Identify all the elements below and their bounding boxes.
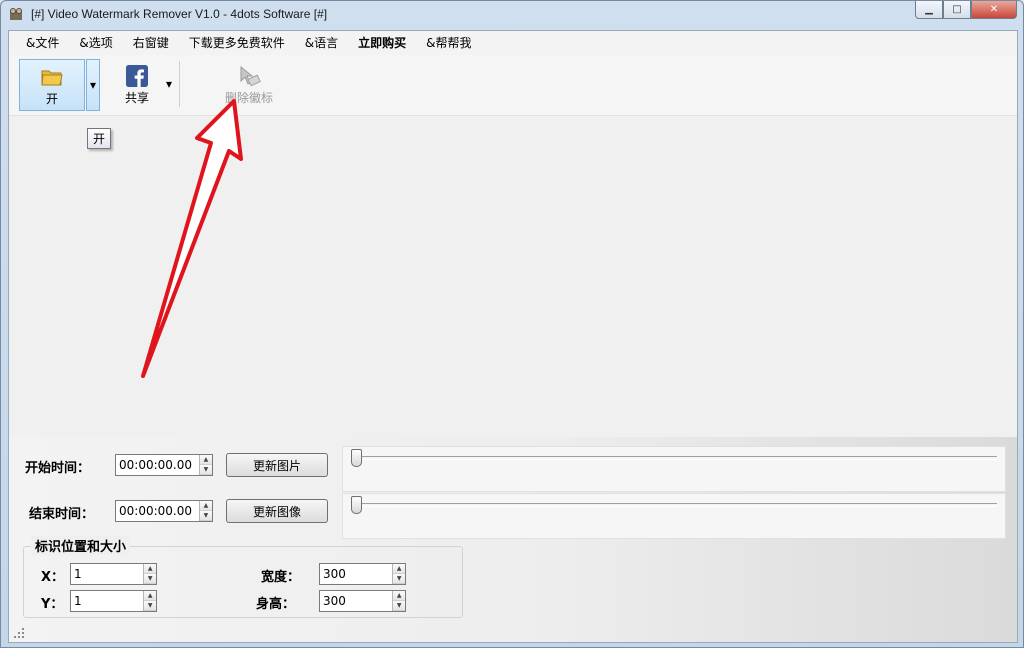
close-button[interactable]: ✕ [971,1,1017,19]
width-label: 宽度： [261,570,301,585]
end-time-spinner[interactable]: ▲ ▼ [115,500,213,522]
spin-up-icon[interactable]: ▲ [393,564,405,574]
height-input[interactable] [320,591,393,611]
spin-down-icon[interactable]: ▼ [144,601,156,611]
start-time-slider-thumb[interactable] [351,449,362,467]
y-label: Y： [41,597,64,612]
spin-down-icon[interactable]: ▼ [199,511,212,521]
client-area: &文件 &选项 右窗键 下载更多免费软件 &语言 立即购买 &帮帮我 开 ▾ 共… [8,30,1018,643]
window-controls: ▁ □ ✕ [915,1,1017,20]
start-time-slider-panel [342,446,1006,492]
x-label: X： [41,570,65,585]
film-reel-icon [10,8,22,20]
spin-down-icon[interactable]: ▼ [393,601,405,611]
spin-down-icon[interactable]: ▼ [199,465,212,475]
spin-up-icon[interactable]: ▲ [393,591,405,601]
end-time-label: 结束时间： [29,507,95,522]
spin-up-icon[interactable]: ▲ [199,501,212,511]
start-time-input[interactable] [116,455,199,475]
spin-down-icon[interactable]: ▼ [144,574,156,584]
width-spinner[interactable]: ▲ ▼ [319,563,406,585]
start-time-slider-track[interactable] [353,456,997,460]
control-panel: 开始时间： ▲ ▼ 更新图片 结束时间： ▲ ▼ 更新 [9,437,1017,642]
spin-down-icon[interactable]: ▼ [393,574,405,584]
update-image-button[interactable]: 更新图像 [226,499,328,523]
window-title: [#] Video Watermark Remover V1.0 - 4dots… [31,7,328,21]
spin-up-icon[interactable]: ▲ [144,591,156,601]
resize-grip-icon[interactable] [13,627,25,639]
spin-up-icon[interactable]: ▲ [144,564,156,574]
minimize-button[interactable]: ▁ [915,1,943,19]
title-bar[interactable]: [#] Video Watermark Remover V1.0 - 4dots… [1,1,1023,29]
height-label: 身高： [256,597,296,612]
end-time-slider-thumb[interactable] [351,496,362,514]
y-input[interactable] [71,591,144,611]
start-time-spinner[interactable]: ▲ ▼ [115,454,213,476]
logo-position-title: 标识位置和大小 [31,536,131,555]
start-time-label: 开始时间： [25,461,91,476]
x-input[interactable] [71,564,144,584]
maximize-button[interactable]: □ [943,1,971,19]
width-input[interactable] [320,564,393,584]
y-spinner[interactable]: ▲ ▼ [70,590,157,612]
end-time-slider-track[interactable] [353,503,997,507]
end-time-input[interactable] [116,501,199,521]
update-picture-button[interactable]: 更新图片 [226,453,328,477]
end-time-slider-panel [342,493,1006,539]
app-window: [#] Video Watermark Remover V1.0 - 4dots… [0,0,1024,648]
x-spinner[interactable]: ▲ ▼ [70,563,157,585]
spin-up-icon[interactable]: ▲ [199,455,212,465]
annotation-arrow [141,99,243,378]
height-spinner[interactable]: ▲ ▼ [319,590,406,612]
